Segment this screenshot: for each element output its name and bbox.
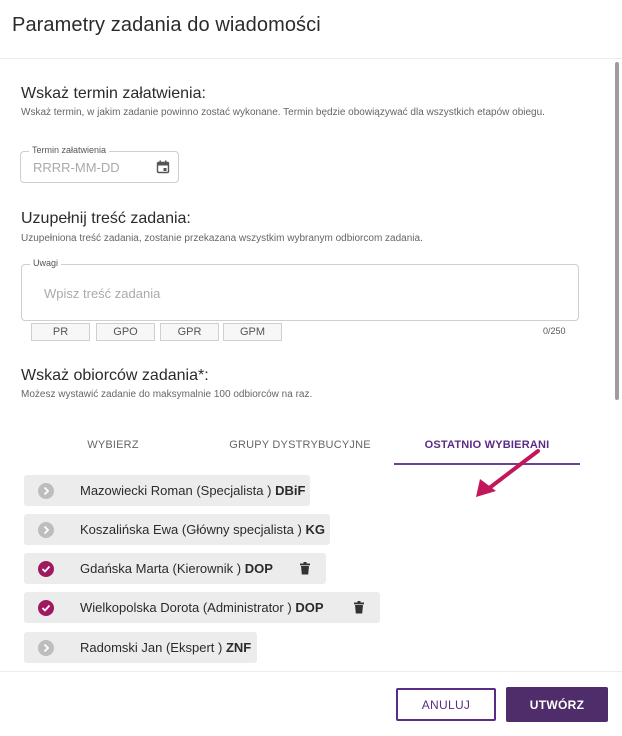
task-parameters-dialog: Parametry zadania do wiadomości Wskaż te…	[0, 0, 622, 736]
recipients-heading: Wskaż obiorców zadania*:	[21, 367, 209, 384]
recipient-name: Radomski Jan (Ekspert )	[80, 640, 223, 655]
add-recipient-icon[interactable]	[38, 522, 54, 538]
recipient-unit: DBiF	[275, 483, 306, 498]
deadline-field-label: Termin załatwienia	[29, 145, 110, 155]
deadline-heading: Wskaż termin załatwienia:	[21, 85, 206, 102]
cancel-button[interactable]: ANULUJ	[396, 688, 496, 721]
notes-field-label: Uwagi	[30, 258, 62, 268]
deadline-description: Wskaż termin, w jakim zadanie powinno zo…	[21, 107, 545, 118]
content-heading: Uzupełnij treść zadania:	[21, 210, 191, 227]
recipient-item-selected[interactable]: Gdańska Marta (Kierownik ) DOP	[24, 553, 326, 584]
recipient-name: Gdańska Marta (Kierownik )	[80, 561, 242, 576]
recipient-name: Mazowiecki Roman (Specjalista )	[80, 483, 272, 498]
recipient-name-line: Wielkopolska Dorota (Administrator ) DOP	[80, 600, 323, 615]
recipient-unit: DOP	[244, 561, 273, 576]
scrollbar[interactable]	[615, 62, 619, 400]
trash-icon[interactable]	[353, 601, 365, 614]
recipient-name: Wielkopolska Dorota (Administrator )	[80, 600, 292, 615]
deadline-date-field[interactable]: Termin załatwienia RRRR-MM-DD	[20, 145, 179, 183]
recipient-unit: ZNF	[225, 640, 252, 655]
recipient-item-selected[interactable]: Wielkopolska Dorota (Administrator ) DOP	[24, 592, 380, 623]
recipient-unit: DOP	[295, 600, 324, 615]
chip-gpm[interactable]: GPM	[223, 323, 282, 341]
tab-wybierz[interactable]: WYBIERZ	[23, 431, 203, 465]
recipient-name-line: Radomski Jan (Ekspert ) ZNF	[80, 640, 251, 655]
character-counter: 0/250	[543, 326, 566, 336]
recipients-description: Możesz wystawić zadanie do maksymalnie 1…	[21, 389, 313, 400]
recipient-name-line: Mazowiecki Roman (Specjalista ) DBiF	[80, 483, 305, 498]
chip-gpr[interactable]: GPR	[160, 323, 219, 341]
recipient-item[interactable]: Koszalińska Ewa (Główny specjalista ) KG	[24, 514, 330, 545]
recipient-item[interactable]: Mazowiecki Roman (Specjalista ) DBiF	[24, 475, 310, 506]
recipient-name-line: Gdańska Marta (Kierownik ) DOP	[80, 561, 273, 576]
tab-grupy-dystrybucyjne[interactable]: GRUPY DYSTRYBUCYJNE	[205, 431, 395, 465]
chip-pr[interactable]: PR	[31, 323, 90, 341]
dialog-title: Parametry zadania do wiadomości	[12, 14, 321, 36]
recipient-name: Koszalińska Ewa (Główny specjalista )	[80, 522, 302, 537]
recipient-name-line: Koszalińska Ewa (Główny specjalista ) KG	[80, 522, 325, 537]
check-icon	[38, 561, 54, 577]
chip-gpo[interactable]: GPO	[96, 323, 155, 341]
deadline-placeholder: RRRR-MM-DD	[33, 160, 120, 175]
recipient-unit: KG	[305, 522, 325, 537]
annotation-arrow	[476, 449, 540, 497]
trash-icon[interactable]	[299, 562, 311, 575]
create-button[interactable]: UTWÓRZ	[506, 687, 608, 722]
calendar-icon[interactable]	[156, 160, 170, 174]
dialog-content: Wskaż termin załatwienia: Wskaż termin, …	[0, 59, 622, 671]
check-icon	[38, 600, 54, 616]
task-content-textarea[interactable]: Uwagi Wpisz treść zadania	[21, 258, 579, 321]
add-recipient-icon[interactable]	[38, 640, 54, 656]
notes-placeholder: Wpisz treść zadania	[44, 286, 161, 301]
add-recipient-icon[interactable]	[38, 483, 54, 499]
recipient-item[interactable]: Radomski Jan (Ekspert ) ZNF	[24, 632, 257, 663]
footer-divider	[0, 671, 622, 672]
content-description: Uzupełniona treść zadania, zostanie prze…	[21, 233, 423, 244]
